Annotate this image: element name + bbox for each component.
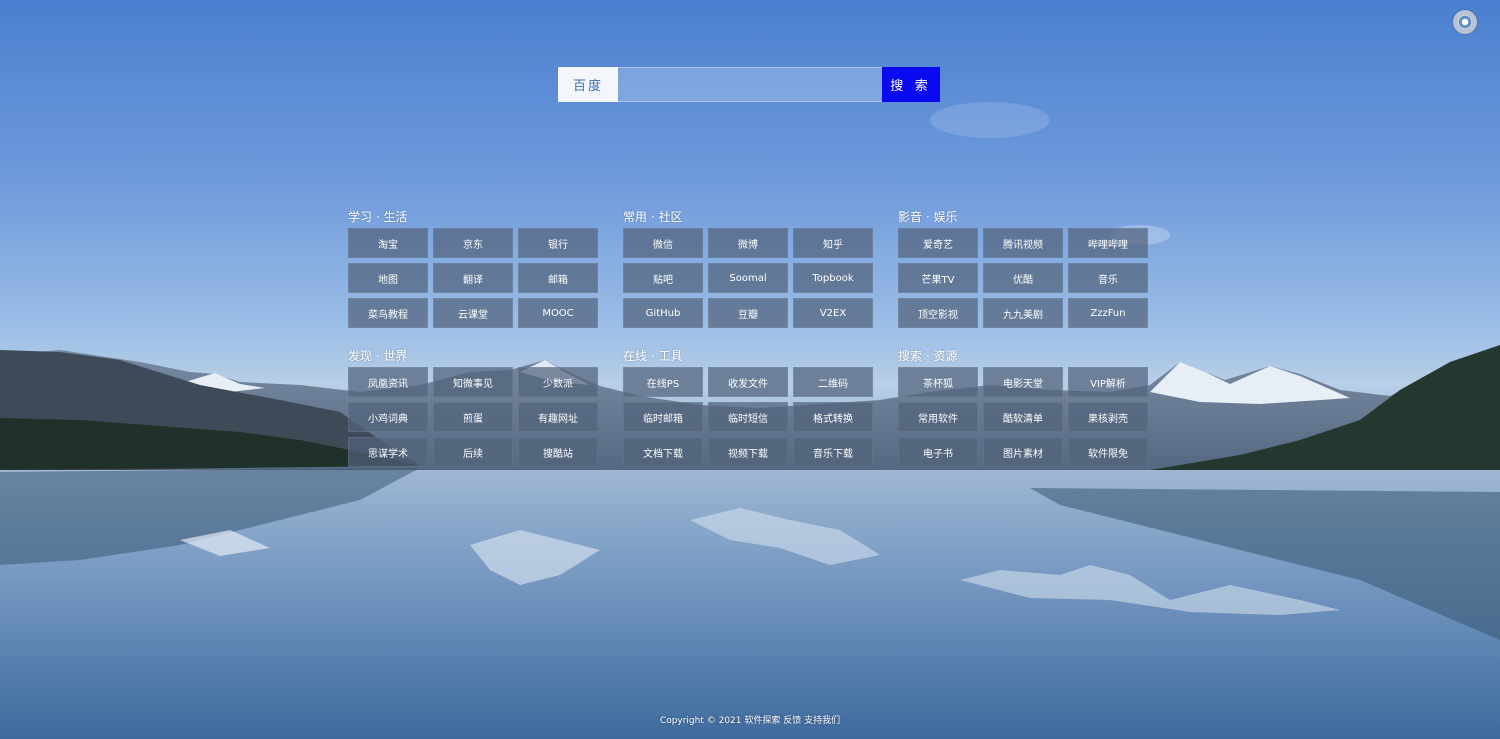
- link-tile[interactable]: 有趣网址: [518, 402, 598, 432]
- link-tile[interactable]: 小鸡词典: [348, 402, 428, 432]
- link-tile[interactable]: GitHub: [623, 298, 703, 328]
- link-tile[interactable]: 少数派: [518, 367, 598, 397]
- link-tile[interactable]: 豆瓣: [708, 298, 788, 328]
- link-tile[interactable]: VIP解析: [1068, 367, 1148, 397]
- settings-icon: [1458, 15, 1472, 29]
- link-group-online-tools: 在线 · 工具 在线PS 收发文件 二维码 临时邮箱 临时短信 格式转换 文档下…: [623, 348, 878, 467]
- link-tile[interactable]: 爱奇艺: [898, 228, 978, 258]
- group-title: 影音 · 娱乐: [898, 210, 958, 224]
- link-tile[interactable]: 茶杯狐: [898, 367, 978, 397]
- link-tile[interactable]: 银行: [518, 228, 598, 258]
- link-group-search-resources: 搜索 · 资源 茶杯狐 电影天堂 VIP解析 常用软件 酷软清单 果核剥壳 电子…: [898, 348, 1153, 467]
- link-tile[interactable]: 地图: [348, 263, 428, 293]
- link-tile[interactable]: 收发文件: [708, 367, 788, 397]
- group-title: 搜索 · 资源: [898, 349, 958, 363]
- group-title: 学习 · 生活: [348, 210, 408, 224]
- link-tile[interactable]: 知乎: [793, 228, 873, 258]
- link-tile[interactable]: 顶空影视: [898, 298, 978, 328]
- link-tile[interactable]: 音乐: [1068, 263, 1148, 293]
- link-tile[interactable]: 临时短信: [708, 402, 788, 432]
- link-tile[interactable]: 优酷: [983, 263, 1063, 293]
- link-group-common-community: 常用 · 社区 微信 微博 知乎 贴吧 Soomal Topbook GitHu…: [623, 209, 878, 328]
- search-engine-selector[interactable]: 百度: [558, 67, 618, 102]
- settings-button[interactable]: [1453, 10, 1477, 34]
- search-input[interactable]: [618, 67, 882, 102]
- link-tile[interactable]: 酷软清单: [983, 402, 1063, 432]
- link-tile[interactable]: 软件限免: [1068, 437, 1148, 467]
- link-tile[interactable]: 芒果TV: [898, 263, 978, 293]
- link-tile[interactable]: 电子书: [898, 437, 978, 467]
- link-tile[interactable]: 云课堂: [433, 298, 513, 328]
- link-tile[interactable]: 九九美剧: [983, 298, 1063, 328]
- link-tile[interactable]: 哔哩哔哩: [1068, 228, 1148, 258]
- link-tile[interactable]: ZzzFun: [1068, 298, 1148, 328]
- link-tile[interactable]: 后续: [433, 437, 513, 467]
- link-tile[interactable]: Topbook: [793, 263, 873, 293]
- link-tile[interactable]: 电影天堂: [983, 367, 1063, 397]
- link-tile[interactable]: 果核剥壳: [1068, 402, 1148, 432]
- search-bar: 百度 搜 索: [558, 67, 940, 102]
- link-tile[interactable]: 腾讯视频: [983, 228, 1063, 258]
- link-group-media-entertainment: 影音 · 娱乐 爱奇艺 腾讯视频 哔哩哔哩 芒果TV 优酷 音乐 顶空影视 九九…: [898, 209, 1153, 328]
- group-title: 常用 · 社区: [623, 210, 683, 224]
- group-title: 发现 · 世界: [348, 349, 408, 363]
- link-tile[interactable]: 菜鸟教程: [348, 298, 428, 328]
- link-tile[interactable]: 图片素材: [983, 437, 1063, 467]
- link-tile[interactable]: 翻译: [433, 263, 513, 293]
- link-tile[interactable]: 音乐下载: [793, 437, 873, 467]
- link-tile[interactable]: 知微事见: [433, 367, 513, 397]
- link-tile[interactable]: V2EX: [793, 298, 873, 328]
- link-tile[interactable]: 搜酷站: [518, 437, 598, 467]
- link-tile[interactable]: 微博: [708, 228, 788, 258]
- group-title: 在线 · 工具: [623, 349, 683, 363]
- link-tile[interactable]: 常用软件: [898, 402, 978, 432]
- link-tile[interactable]: 京东: [433, 228, 513, 258]
- link-tile[interactable]: 煎蛋: [433, 402, 513, 432]
- link-tile[interactable]: 视频下载: [708, 437, 788, 467]
- search-button[interactable]: 搜 索: [882, 67, 940, 102]
- link-tile[interactable]: Soomal: [708, 263, 788, 293]
- link-tile[interactable]: 凤凰资讯: [348, 367, 428, 397]
- link-tile[interactable]: 格式转换: [793, 402, 873, 432]
- link-tile[interactable]: 临时邮箱: [623, 402, 703, 432]
- link-tile[interactable]: 文档下载: [623, 437, 703, 467]
- link-tile[interactable]: 二维码: [793, 367, 873, 397]
- link-group-study-life: 学习 · 生活 淘宝 京东 银行 地图 翻译 邮箱 菜鸟教程 云课堂 MOOC: [348, 209, 603, 328]
- link-tile[interactable]: 贴吧: [623, 263, 703, 293]
- footer-copyright: Copyright © 2021 软件探索 反馈 支持我们: [659, 716, 841, 726]
- link-tile[interactable]: 邮箱: [518, 263, 598, 293]
- link-group-discover-world: 发现 · 世界 凤凰资讯 知微事见 少数派 小鸡词典 煎蛋 有趣网址 思谋学术 …: [348, 348, 603, 467]
- link-tile[interactable]: MOOC: [518, 298, 598, 328]
- page-background: 百度 搜 索 学习 · 生活 淘宝 京东 银行 地图 翻译 邮箱 菜鸟教程 云课…: [0, 0, 1500, 739]
- link-tile[interactable]: 在线PS: [623, 367, 703, 397]
- link-tile[interactable]: 思谋学术: [348, 437, 428, 467]
- link-tile[interactable]: 微信: [623, 228, 703, 258]
- link-tile[interactable]: 淘宝: [348, 228, 428, 258]
